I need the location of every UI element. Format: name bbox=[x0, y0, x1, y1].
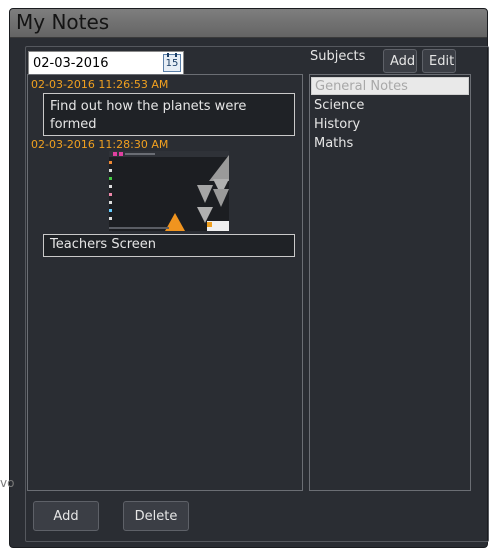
notes-list[interactable] bbox=[27, 74, 303, 491]
edit-subject-button[interactable]: Edit bbox=[422, 49, 456, 73]
date-input[interactable] bbox=[29, 52, 155, 74]
subject-item-history[interactable]: History bbox=[311, 116, 360, 134]
window-title: My Notes bbox=[16, 10, 110, 34]
subject-item-science[interactable]: Science bbox=[311, 97, 364, 115]
date-picker[interactable]: 15 bbox=[28, 51, 184, 75]
title-bar[interactable]: My Notes bbox=[10, 9, 487, 38]
subject-item-general-notes[interactable]: General Notes bbox=[311, 77, 469, 95]
note-text[interactable]: Teachers Screen bbox=[43, 234, 295, 257]
note-text[interactable]: Find out how the planets were formed bbox=[43, 93, 295, 136]
note-image[interactable] bbox=[109, 151, 229, 231]
add-subject-button[interactable]: Add bbox=[383, 49, 417, 73]
note-timestamp: 02-03-2016 11:28:30 AM bbox=[31, 138, 169, 151]
delete-note-button[interactable]: Delete bbox=[123, 501, 189, 531]
calendar-icon[interactable]: 15 bbox=[163, 53, 181, 72]
screenshot-thumbnail bbox=[109, 151, 229, 231]
subject-item-maths[interactable]: Maths bbox=[311, 135, 353, 153]
note-timestamp: 02-03-2016 11:26:53 AM bbox=[31, 78, 169, 91]
notes-window: My Notes 15 Subjects Add Edit 02-03-2016… bbox=[9, 8, 489, 548]
add-note-button[interactable]: Add bbox=[33, 501, 99, 531]
subjects-label: Subjects bbox=[310, 49, 366, 64]
background-text-fragment: vo bbox=[0, 476, 15, 490]
